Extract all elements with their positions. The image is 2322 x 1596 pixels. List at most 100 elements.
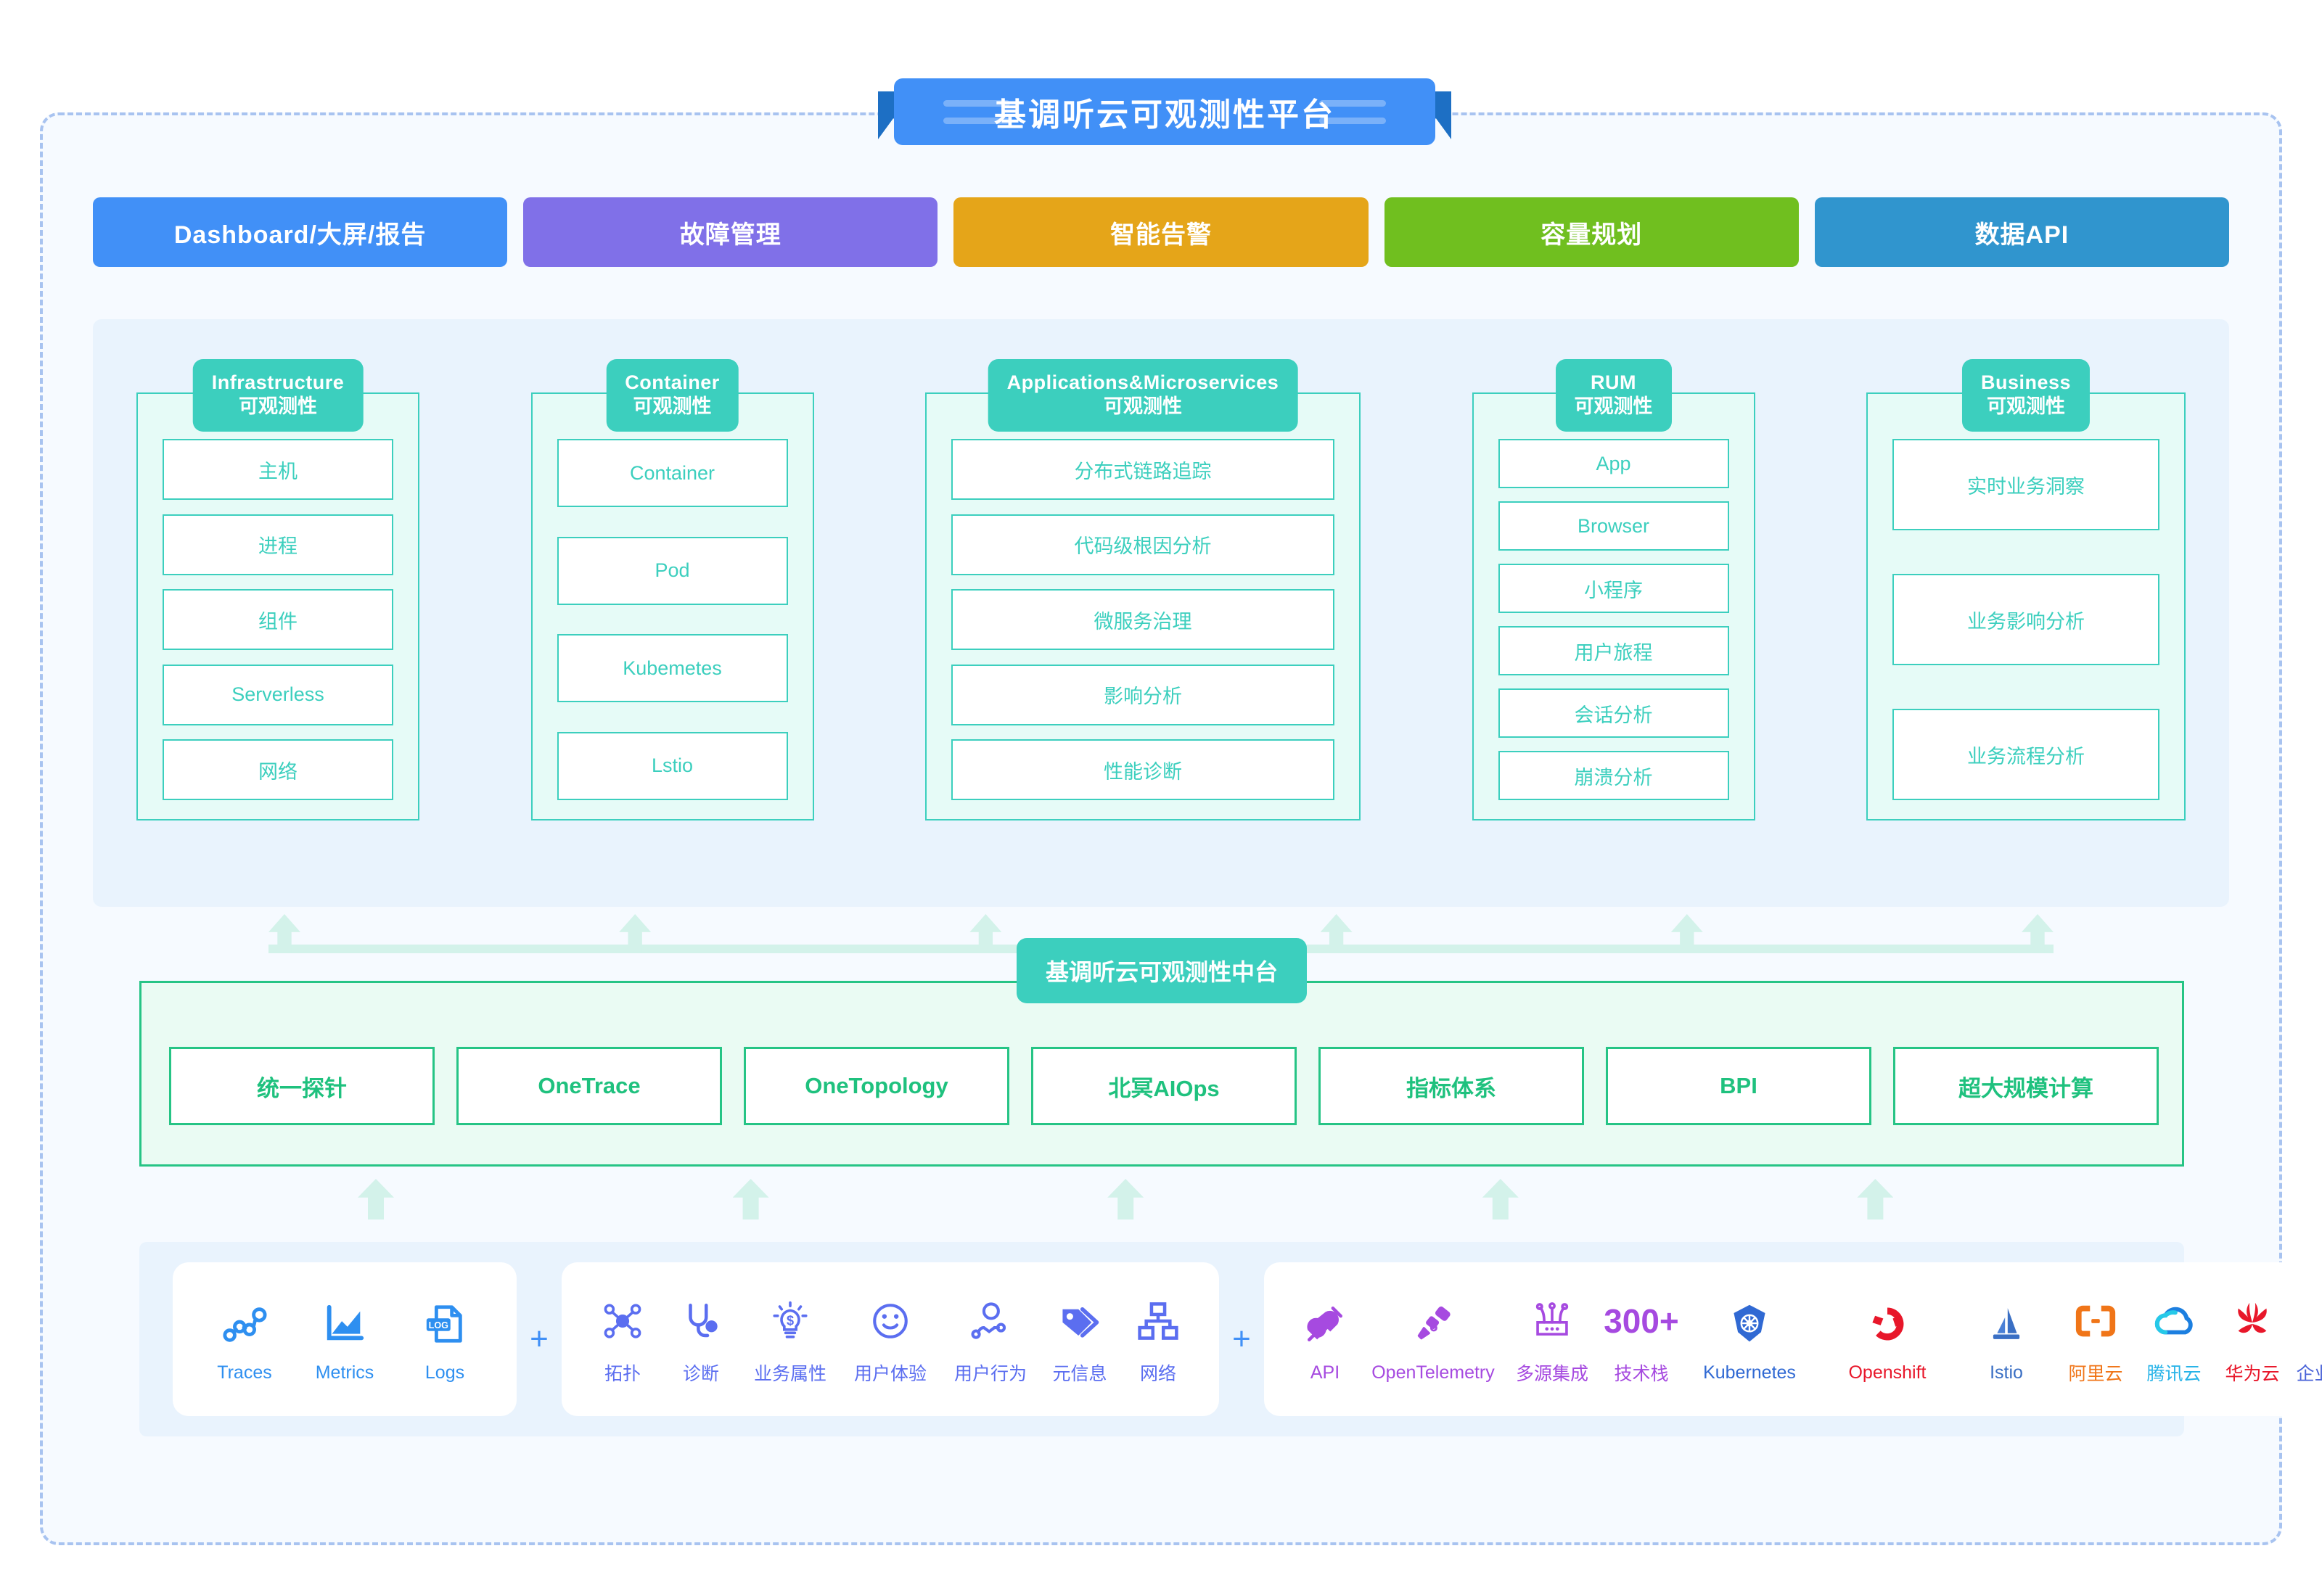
platform-capability[interactable]: 超大规模计算: [1893, 1047, 2159, 1125]
observability-columns: 主机进程组件Serverless网络Infrastructure可观测性Cont…: [136, 359, 2186, 820]
observability-item[interactable]: Serverless: [163, 665, 393, 725]
huawei-cloud-logo: [2230, 1293, 2275, 1349]
observability-item[interactable]: Pod: [557, 537, 788, 605]
nav-button-label: 智能告警: [1110, 215, 1212, 250]
data-source-label: 用户体验: [854, 1360, 927, 1386]
text-300-plus: 300+: [1604, 1293, 1679, 1349]
data-source-item[interactable]: 华为云: [2213, 1293, 2292, 1386]
data-source-item[interactable]: 网络: [1119, 1293, 1197, 1386]
observability-item-label: 代码级根因分析: [1075, 530, 1212, 559]
platform-capability-list: 统一探针 OneTrace OneTopology 北冥AIOps 指标体系 BPI 超大规…: [169, 1047, 2159, 1125]
observability-item[interactable]: 实时业务洞察: [1892, 439, 2159, 530]
data-source-item[interactable]: Openshift: [1818, 1296, 1956, 1383]
data-source-item[interactable]: Kubernetes: [1681, 1296, 1818, 1383]
observability-item[interactable]: Kubemetes: [557, 634, 788, 702]
observability-item[interactable]: 分布式链路追踪: [951, 439, 1334, 500]
observability-item-label: Browser: [1578, 515, 1649, 538]
platform-capability[interactable]: 北冥AIOps: [1031, 1047, 1297, 1125]
observability-item[interactable]: 网络: [163, 739, 393, 800]
observability-item[interactable]: App: [1498, 439, 1729, 488]
observability-column-2: 分布式链路追踪代码级根因分析微服务治理影响分析性能诊断Applications&…: [925, 359, 1361, 820]
plug-connector-icon: [1304, 1296, 1346, 1352]
data-source-item[interactable]: 阿里云: [2056, 1293, 2135, 1386]
observability-item-label: 组件: [258, 606, 298, 634]
observability-band: 主机进程组件Serverless网络Infrastructure可观测性Cont…: [93, 319, 2229, 907]
observability-item[interactable]: 用户旅程: [1498, 626, 1729, 675]
data-source-item[interactable]: 300+技术栈: [1602, 1293, 1681, 1386]
observability-item[interactable]: 代码级根因分析: [951, 514, 1334, 575]
observability-item[interactable]: 进程: [163, 514, 393, 575]
observability-item[interactable]: 性能诊断: [951, 739, 1334, 800]
observability-item[interactable]: Browser: [1498, 501, 1729, 551]
nav-button-0[interactable]: Dashboard/大屏/报告: [93, 197, 507, 267]
platform-capability-label: OneTrace: [538, 1073, 640, 1099]
observability-item-label: Lstio: [652, 754, 693, 777]
metrics-chart-icon: [322, 1296, 367, 1352]
platform-capability-label: 统一探针: [257, 1070, 347, 1103]
platform-capability[interactable]: OneTrace: [456, 1047, 722, 1125]
data-source-item[interactable]: 拓扑: [583, 1293, 662, 1386]
data-source-item[interactable]: Metrics: [295, 1296, 395, 1383]
data-source-label: 多源集成: [1516, 1360, 1588, 1386]
data-source-label: Openshift: [1848, 1362, 1926, 1383]
observability-column-0: 主机进程组件Serverless网络Infrastructure可观测性: [136, 359, 419, 820]
data-source-item[interactable]: 用户体验: [840, 1293, 940, 1386]
observability-item-label: 业务流程分析: [1967, 741, 2085, 769]
column-title-cn: 可观测性: [625, 395, 720, 419]
data-source-label: Metrics: [316, 1362, 374, 1383]
nav-button-4[interactable]: 数据API: [1815, 197, 2229, 267]
observability-item[interactable]: 影响分析: [951, 665, 1334, 725]
data-source-item[interactable]: Istio: [1956, 1296, 2056, 1383]
data-source-item[interactable]: API: [1286, 1296, 1364, 1383]
data-source-item[interactable]: 诊断: [662, 1293, 740, 1386]
platform-capability[interactable]: BPI: [1606, 1047, 1871, 1125]
nav-button-3[interactable]: 容量规划: [1384, 197, 1799, 267]
data-source-item[interactable]: LOGLogs: [395, 1296, 495, 1383]
data-source-item[interactable]: 元信息: [1041, 1293, 1119, 1386]
platform-capability[interactable]: OneTopology: [744, 1047, 1009, 1125]
upward-arrow-icon: [1857, 1179, 1893, 1219]
observability-item[interactable]: 组件: [163, 589, 393, 650]
data-source-label: 元信息: [1052, 1360, 1107, 1386]
observability-column-3: AppBrowser小程序用户旅程会话分析崩溃分析RUM可观测性: [1472, 359, 1755, 820]
nav-button-2[interactable]: 智能告警: [953, 197, 1368, 267]
data-source-item[interactable]: 企业自建云: [2292, 1293, 2322, 1386]
observability-item[interactable]: Container: [557, 439, 788, 507]
platform-capability-label: 指标体系: [1406, 1070, 1496, 1103]
platform-capability-label: BPI: [1720, 1073, 1757, 1099]
observability-item[interactable]: Lstio: [557, 732, 788, 800]
observability-item[interactable]: 崩溃分析: [1498, 751, 1729, 800]
upward-arrow-icon: [733, 1179, 769, 1219]
traces-icon: [222, 1296, 267, 1352]
column-title-en: Infrastructure: [212, 371, 345, 395]
platform-capability-label: 北冥AIOps: [1108, 1070, 1219, 1103]
data-source-item[interactable]: Traces: [194, 1296, 295, 1383]
observability-item[interactable]: 会话分析: [1498, 688, 1729, 738]
data-source-label: 腾讯云: [2146, 1360, 2201, 1386]
nav-button-1[interactable]: 故障管理: [523, 197, 938, 267]
kubernetes-logo: [1728, 1296, 1771, 1352]
data-source-item[interactable]: 腾讯云: [2135, 1293, 2213, 1386]
data-source-item[interactable]: OpenTelemetry: [1364, 1296, 1502, 1383]
platform-section: 基调听云可观测性中台 统一探针OneTraceOneTopology北冥AIOp…: [139, 981, 2184, 1167]
tencent-cloud-logo: [2151, 1293, 2196, 1349]
platform-capability[interactable]: 指标体系: [1318, 1047, 1584, 1125]
data-source-item[interactable]: $业务属性: [740, 1293, 840, 1386]
data-source-item[interactable]: 多源集成: [1502, 1293, 1602, 1386]
data-source-group-2: APIOpenTelemetry 多源集成 300+技术栈Kubernetes Ope…: [1264, 1262, 2322, 1416]
observability-item[interactable]: 业务影响分析: [1892, 574, 2159, 665]
observability-item[interactable]: 主机: [163, 439, 393, 500]
plus-separator-icon: +: [1219, 1321, 1264, 1357]
observability-item[interactable]: 微服务治理: [951, 589, 1334, 650]
platform-capability-label: 超大规模计算: [1958, 1070, 2093, 1103]
observability-item[interactable]: 小程序: [1498, 564, 1729, 613]
data-source-item[interactable]: 用户行为: [940, 1293, 1041, 1386]
platform-capability-label: OneTopology: [805, 1073, 948, 1099]
platform-title-ribbon: 基调听云可观测性平台: [878, 78, 1451, 151]
data-source-label: 华为云: [2225, 1360, 2279, 1386]
observability-item-label: 主机: [258, 456, 298, 484]
observability-item[interactable]: 业务流程分析: [1892, 709, 2159, 800]
observability-item-label: 影响分析: [1104, 680, 1182, 709]
column-header-1: Container可观测性: [606, 359, 739, 432]
platform-capability[interactable]: 统一探针: [169, 1047, 435, 1125]
